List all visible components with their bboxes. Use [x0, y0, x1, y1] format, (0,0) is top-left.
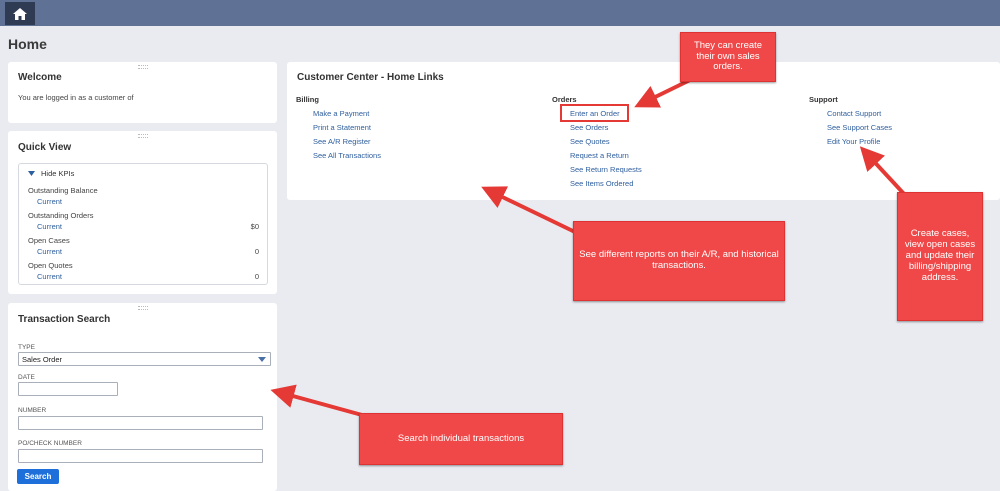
- print-statement-link[interactable]: Print a Statement: [313, 123, 371, 132]
- contact-support-link[interactable]: Contact Support: [827, 109, 881, 118]
- kpi-outstanding-balance[interactable]: Outstanding Balance Current: [28, 186, 98, 206]
- all-transactions-link[interactable]: See All Transactions: [313, 151, 381, 160]
- number-label: NUMBER: [18, 407, 47, 414]
- home-button[interactable]: [5, 2, 35, 25]
- triangle-down-icon: [28, 170, 35, 176]
- kpi-open-cases[interactable]: Open Cases Current: [28, 236, 70, 256]
- drag-handle[interactable]: [137, 65, 148, 69]
- kpi-box: Hide KPIs Outstanding Balance Current Ou…: [18, 163, 268, 285]
- see-orders-link[interactable]: See Orders: [570, 123, 608, 132]
- date-input[interactable]: [18, 382, 118, 396]
- welcome-portlet: Welcome You are logged in as a customer …: [8, 62, 277, 123]
- support-heading: Support: [809, 95, 838, 104]
- see-quotes-link[interactable]: See Quotes: [570, 137, 610, 146]
- po-check-number-label: PO/CHECK NUMBER: [18, 440, 82, 447]
- home-links-portlet: Customer Center - Home Links Billing Mak…: [287, 62, 1000, 200]
- items-ordered-link[interactable]: See Items Ordered: [570, 179, 633, 188]
- drag-handle[interactable]: [137, 306, 148, 310]
- kpi-outstanding-orders[interactable]: Outstanding Orders Current: [28, 211, 93, 231]
- home-links-title: Customer Center - Home Links: [297, 72, 444, 83]
- top-navigation-bar: [0, 0, 1000, 26]
- make-payment-link[interactable]: Make a Payment: [313, 109, 369, 118]
- type-label: TYPE: [18, 344, 35, 351]
- number-input[interactable]: [18, 416, 263, 430]
- home-icon: [13, 7, 27, 20]
- chevron-down-icon: [258, 357, 266, 362]
- hide-kpis-toggle[interactable]: Hide KPIs: [28, 169, 74, 178]
- kpi-value: 0: [254, 272, 259, 281]
- quick-view-portlet: Quick View Hide KPIs Outstanding Balance…: [8, 131, 277, 294]
- welcome-text: You are logged in as a customer of: [18, 93, 134, 102]
- arrow-search: [270, 384, 363, 417]
- drag-handle[interactable]: [137, 134, 148, 138]
- kpi-open-quotes[interactable]: Open Quotes Current: [28, 261, 73, 281]
- welcome-title: Welcome: [18, 72, 62, 83]
- transaction-search-portlet: Transaction Search TYPE Sales Order DATE…: [8, 303, 277, 491]
- quick-view-title: Quick View: [18, 142, 72, 153]
- edit-profile-link[interactable]: Edit Your Profile: [827, 137, 880, 146]
- date-label: DATE: [18, 374, 35, 381]
- kpi-value: 0: [254, 247, 259, 256]
- type-select[interactable]: Sales Order: [18, 352, 271, 366]
- return-requests-link[interactable]: See Return Requests: [570, 165, 642, 174]
- callout-search: Search individual transactions: [359, 413, 563, 465]
- request-return-link[interactable]: Request a Return: [570, 151, 629, 160]
- po-check-number-input[interactable]: [18, 449, 263, 463]
- kpi-value: $0: [250, 222, 259, 231]
- ar-register-link[interactable]: See A/R Register: [313, 137, 371, 146]
- enter-order-highlight: [560, 104, 629, 122]
- billing-heading: Billing: [296, 95, 319, 104]
- orders-heading: Orders: [552, 95, 577, 104]
- callout-orders: They can create their own sales orders.: [680, 32, 776, 82]
- search-button[interactable]: Search: [17, 469, 59, 484]
- transaction-search-title: Transaction Search: [18, 314, 111, 325]
- page-title: Home: [8, 36, 47, 52]
- callout-support: Create cases, view open cases and update…: [897, 192, 983, 321]
- callout-reports: See different reports on their A/R, and …: [573, 221, 785, 301]
- support-cases-link[interactable]: See Support Cases: [827, 123, 892, 132]
